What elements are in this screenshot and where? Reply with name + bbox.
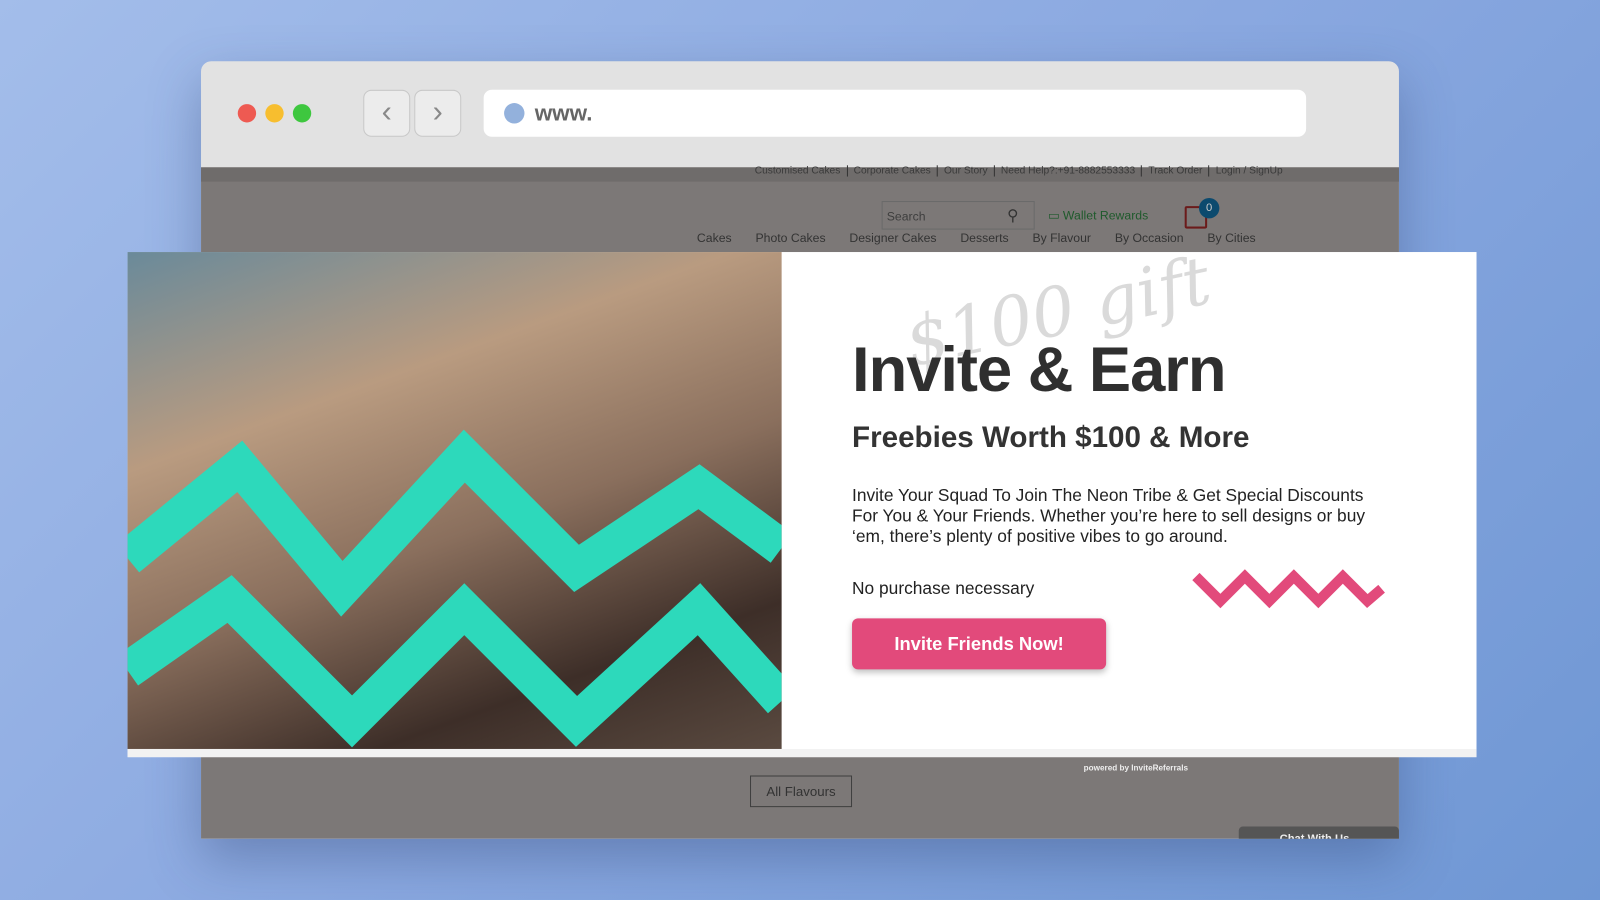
modal-subtitle: Freebies Worth $100 & More <box>852 421 1250 455</box>
hero-photo <box>127 252 782 749</box>
globe-icon <box>504 103 525 124</box>
back-button[interactable]: ‹ <box>363 89 411 137</box>
search-icon[interactable]: ⚲ <box>1007 206 1018 224</box>
chat-button[interactable]: Chat With Us <box>1238 826 1399 839</box>
wallet-icon: ▭ <box>1047 208 1063 223</box>
menu-by-occasion[interactable]: By Occasion <box>1115 231 1184 245</box>
address-bar[interactable]: www. <box>483 89 1307 137</box>
link-track-order[interactable]: Track Order <box>1141 165 1209 177</box>
menu-designer-cakes[interactable]: Designer Cakes <box>849 231 936 245</box>
link-customised-cakes[interactable]: Customised Cakes <box>749 165 847 176</box>
maximize-window-button[interactable] <box>292 104 312 123</box>
invite-modal: $100 gift Invite & Earn Freebies Worth $… <box>127 241 1477 758</box>
all-flavours-button[interactable]: All Flavours <box>749 775 853 808</box>
menu-by-cities[interactable]: By Cities <box>1207 231 1255 245</box>
url-text: www. <box>534 99 593 126</box>
modal-description: Invite Your Squad To Join The Neon Tribe… <box>852 485 1366 546</box>
wallet-rewards-link[interactable]: ▭ Wallet Rewards <box>1048 208 1148 222</box>
teal-zigzag-graphic <box>127 429 782 748</box>
help-phone[interactable]: Need Help?:+91-8882553333 <box>993 165 1142 177</box>
link-corporate-cakes[interactable]: Corporate Cakes <box>846 165 937 177</box>
top-links: Customised Cakes Corporate Cakes Our Story… <box>201 165 1399 182</box>
pink-zigzag-icon <box>1192 569 1385 609</box>
cart-count-badge: 0 <box>1198 197 1220 219</box>
menu-photo-cakes[interactable]: Photo Cakes <box>755 231 825 245</box>
modal-footer-strip <box>127 748 1477 758</box>
forward-button[interactable]: › <box>414 89 462 137</box>
powered-by: powered by InviteReferrals <box>1083 763 1189 773</box>
invite-friends-button[interactable]: Invite Friends Now! <box>852 618 1107 670</box>
no-purchase-note: No purchase necessary <box>852 578 1035 598</box>
menu-desserts[interactable]: Desserts <box>960 231 1008 245</box>
modal-title: Invite & Earn <box>852 334 1226 406</box>
menu-cakes[interactable]: Cakes <box>697 231 732 245</box>
link-login[interactable]: Login / SignUp <box>1208 165 1289 177</box>
close-window-button[interactable] <box>237 104 257 123</box>
minimize-window-button[interactable] <box>265 104 284 123</box>
link-our-story[interactable]: Our Story <box>936 165 994 177</box>
wallet-label: Wallet Rewards <box>1062 208 1149 223</box>
menu-by-flavour[interactable]: By Flavour <box>1032 231 1091 245</box>
